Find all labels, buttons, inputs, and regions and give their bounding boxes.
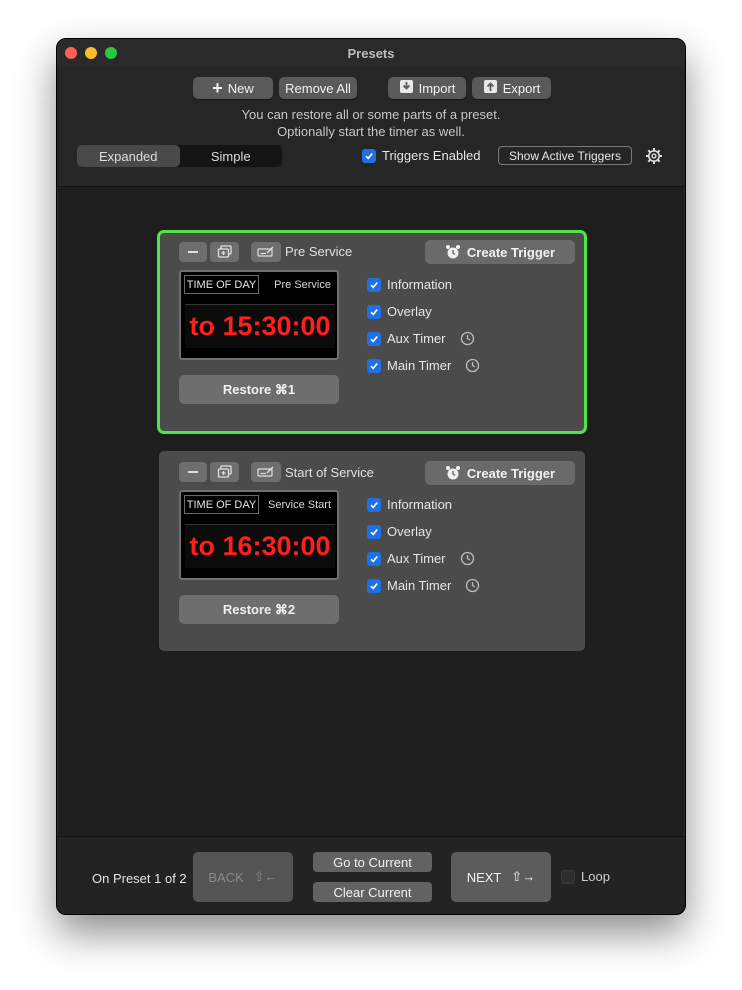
option-label: Aux Timer (387, 551, 446, 566)
information-checkbox[interactable]: Information (367, 497, 452, 512)
main-timer-checkbox[interactable]: Main Timer (367, 578, 480, 593)
preset-name: Start of Service (285, 465, 374, 480)
remove-all-button[interactable]: Remove All (279, 77, 357, 99)
remove-all-label: Remove All (285, 80, 351, 96)
loop-checkbox[interactable]: Loop (561, 869, 610, 884)
alarm-clock-icon (445, 466, 460, 480)
clock-icon[interactable] (460, 551, 475, 566)
option-label: Aux Timer (387, 331, 446, 346)
import-icon (399, 79, 414, 97)
timer-mode-label: TIME OF DAY (184, 495, 259, 514)
new-preset-label: New (227, 80, 254, 96)
clear-current-button[interactable]: Clear Current (313, 882, 432, 902)
title-bar: Presets (57, 39, 685, 67)
timer-preview: TIME OF DAY Pre Service to 15:30:00 (179, 270, 339, 360)
triggers-enabled-checkbox[interactable]: Triggers Enabled (362, 148, 481, 163)
main-timer-checkbox[interactable]: Main Timer (367, 358, 480, 373)
preset-name: Pre Service (285, 244, 353, 259)
next-shortcut: ⇧→ (511, 869, 536, 884)
presets-window: Presets + New Remove All Import Export Y… (56, 38, 686, 915)
duplicate-icon (217, 465, 232, 478)
minus-icon (188, 471, 198, 473)
export-icon (483, 79, 498, 97)
restore-preset-button[interactable]: Restore ⌘1 (179, 375, 339, 404)
plus-icon: + (212, 78, 223, 98)
timer-preview-time: to 15:30:00 (185, 304, 335, 348)
gear-icon[interactable] (645, 147, 663, 165)
remove-preset-button[interactable] (179, 462, 207, 482)
timer-preview-name: Pre Service (274, 279, 331, 291)
checkbox-checked-icon (367, 331, 381, 346)
rename-preset-button[interactable] (251, 242, 281, 262)
go-to-current-button[interactable]: Go to Current (313, 852, 432, 872)
option-label: Overlay (387, 304, 432, 319)
option-label: Main Timer (387, 358, 452, 373)
timer-preview: TIME OF DAY Service Start to 16:30:00 (179, 490, 339, 580)
duplicate-preset-button[interactable] (210, 462, 239, 482)
create-trigger-label: Create Trigger (466, 465, 556, 481)
loop-label: Loop (581, 869, 610, 884)
hint-line-1: You can restore all or some parts of a p… (241, 107, 501, 122)
restore-preset-button[interactable]: Restore ⌘2 (179, 595, 339, 624)
clock-icon[interactable] (465, 578, 480, 593)
export-button[interactable]: Export (472, 77, 551, 99)
hint-line-2: Optionally start the timer as well. (277, 124, 465, 139)
checkbox-checked-icon (367, 358, 381, 373)
import-label: Import (418, 80, 456, 96)
import-button[interactable]: Import (388, 77, 466, 99)
next-label: NEXT (466, 869, 502, 885)
timer-preview-name: Service Start (268, 499, 331, 511)
edit-name-icon (257, 246, 274, 257)
overlay-checkbox[interactable]: Overlay (367, 304, 432, 319)
back-label: BACK (208, 869, 244, 885)
checkbox-checked-icon (367, 524, 381, 539)
view-mode-segmented-control: Expanded Simple (77, 145, 282, 167)
edit-name-icon (257, 466, 274, 477)
window-title: Presets (347, 46, 395, 61)
clock-icon[interactable] (465, 358, 480, 373)
option-label: Overlay (387, 524, 432, 539)
duplicate-icon (217, 245, 232, 258)
clock-icon[interactable] (460, 331, 475, 346)
checkbox-unchecked-icon (561, 869, 575, 884)
checkbox-checked-icon (367, 277, 381, 292)
checkbox-checked-icon (362, 148, 376, 163)
preset-position-status: On Preset 1 of 2 (92, 871, 187, 886)
remove-preset-button[interactable] (179, 242, 207, 262)
create-trigger-label: Create Trigger (466, 244, 556, 260)
next-button[interactable]: NEXT ⇧→ (451, 852, 551, 902)
aux-timer-checkbox[interactable]: Aux Timer (367, 551, 475, 566)
show-active-triggers-button[interactable]: Show Active Triggers (498, 146, 632, 165)
checkbox-checked-icon (367, 578, 381, 593)
checkbox-checked-icon (367, 551, 381, 566)
option-label: Information (387, 497, 453, 512)
checkbox-checked-icon (367, 497, 381, 512)
alarm-clock-icon (445, 245, 460, 259)
triggers-enabled-label: Triggers Enabled (382, 148, 481, 163)
expanded-segment[interactable]: Expanded (77, 145, 180, 167)
preset-card[interactable]: Pre Service Create Trigger TIME OF DAY P… (157, 230, 587, 434)
create-trigger-button[interactable]: Create Trigger (425, 240, 575, 264)
simple-segment[interactable]: Simple (180, 145, 283, 167)
timer-mode-label: TIME OF DAY (184, 275, 259, 294)
rename-preset-button[interactable] (251, 462, 281, 482)
aux-timer-checkbox[interactable]: Aux Timer (367, 331, 475, 346)
create-trigger-button[interactable]: Create Trigger (425, 461, 575, 485)
option-label: Main Timer (387, 578, 452, 593)
minus-icon (188, 251, 198, 253)
back-button[interactable]: BACK ⇧← (193, 852, 293, 902)
checkbox-checked-icon (367, 304, 381, 319)
overlay-checkbox[interactable]: Overlay (367, 524, 432, 539)
new-preset-button[interactable]: + New (193, 77, 273, 99)
option-label: Information (387, 277, 453, 292)
duplicate-preset-button[interactable] (210, 242, 239, 262)
export-label: Export (502, 80, 541, 96)
preset-card[interactable]: Start of Service Create Trigger TIME OF … (159, 451, 585, 651)
back-shortcut: ⇧← (253, 869, 278, 884)
information-checkbox[interactable]: Information (367, 277, 452, 292)
timer-preview-time: to 16:30:00 (185, 524, 335, 568)
